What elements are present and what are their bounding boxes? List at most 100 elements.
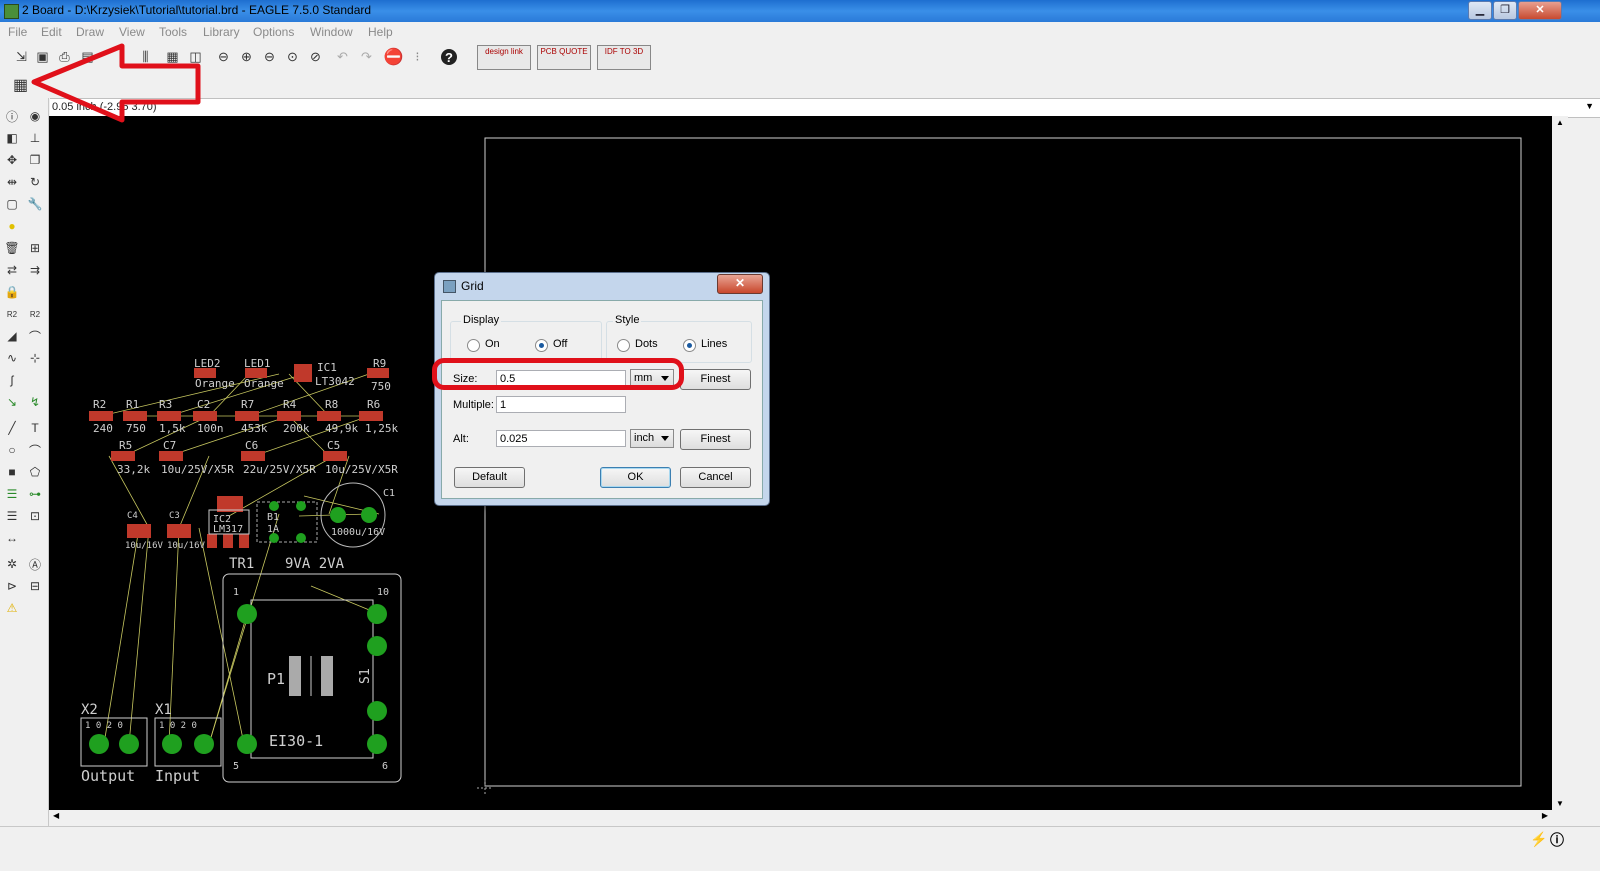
menu-edit[interactable]: Edit (41, 25, 62, 39)
lock-part-icon[interactable]: ⇉ (27, 262, 43, 278)
red-highlight-annotation (432, 358, 684, 390)
save-icon[interactable]: ▣ (33, 47, 52, 66)
vertical-scrollbar[interactable]: ▲ ▼ (1552, 116, 1568, 810)
pcb-quote-button[interactable]: PCB QUOTE (537, 45, 591, 70)
move-icon[interactable]: ✥ (4, 152, 20, 168)
idf-to-3d-button[interactable]: IDF TO 3D (597, 45, 651, 70)
board-canvas[interactable]: LED2 LED1 IC1 R9 Orange Orange LT3042 75… (49, 116, 1552, 810)
minimize-button[interactable]: ▁ (1468, 1, 1492, 20)
menu-options[interactable]: Options (253, 25, 294, 39)
add-icon[interactable]: ⊞ (27, 240, 43, 256)
menu-library[interactable]: Library (203, 25, 240, 39)
rotate-icon[interactable]: ↻ (27, 174, 43, 190)
route-icon[interactable]: ↘ (4, 394, 20, 410)
alt-input[interactable]: 0.025 (496, 430, 626, 447)
status-bar: ⚡ ⓘ (0, 826, 1600, 871)
meander-icon[interactable]: ʃ (4, 372, 20, 388)
multiple-input[interactable]: 1 (496, 396, 626, 413)
undo-icon[interactable]: ↶ (333, 47, 352, 66)
mirror-icon[interactable]: ⇹ (4, 174, 20, 190)
script-icon[interactable]: ▦ (163, 47, 182, 66)
value-r2: 240 (93, 422, 113, 435)
menu-view[interactable]: View (119, 25, 145, 39)
redo-icon[interactable]: ↷ (357, 47, 376, 66)
zoom-out-icon[interactable]: ⊖ (260, 47, 279, 66)
go-icon[interactable]: ⁝ (408, 47, 427, 66)
erc-icon[interactable]: ⊳ (4, 578, 20, 594)
menu-tools[interactable]: Tools (159, 25, 187, 39)
circle-icon[interactable]: ○ (4, 442, 20, 458)
value-icon[interactable]: R2 (27, 306, 43, 322)
zoom-redraw-icon[interactable]: ⊙ (283, 47, 302, 66)
delete-icon[interactable]: 🗑 (4, 240, 20, 256)
arc-icon[interactable]: ⌒ (27, 442, 43, 458)
display-off-radio[interactable] (535, 339, 548, 352)
via-icon[interactable]: ☰ (4, 486, 20, 502)
close-window-button[interactable]: ✕ (1518, 1, 1562, 20)
design-link-button[interactable]: design link (477, 45, 531, 70)
drc-icon[interactable]: ⊟ (27, 578, 43, 594)
autorouter-icon[interactable]: Ⓐ (27, 556, 43, 572)
maximize-button[interactable]: ❐ (1493, 1, 1517, 20)
status-info-icon[interactable]: ⓘ (1550, 830, 1564, 850)
scroll-up-icon[interactable]: ▲ (1556, 118, 1564, 127)
hole-icon[interactable]: ☰ (4, 508, 20, 524)
grid-icon[interactable]: ▦ (11, 75, 30, 94)
grid-dialog-close-button[interactable]: ✕ (717, 274, 763, 294)
split-icon[interactable]: ∿ (4, 350, 20, 366)
zoom-in-icon[interactable]: ⊕ (237, 47, 256, 66)
miter-icon[interactable]: ⌒ (27, 328, 43, 344)
scroll-left-icon[interactable]: ◀ (53, 811, 59, 820)
help-icon[interactable]: ? (441, 49, 457, 65)
size-finest-button[interactable]: Finest (680, 369, 751, 390)
change-icon[interactable]: 🔧 (27, 196, 43, 212)
label-r4: R4 (283, 398, 297, 411)
ulp-icon[interactable]: ◫ (186, 47, 205, 66)
horizontal-scrollbar[interactable]: ◀ ▶ (49, 810, 1552, 824)
stop-icon[interactable]: ⛔ (384, 47, 404, 66)
scroll-right-icon[interactable]: ▶ (1542, 811, 1548, 820)
name-icon[interactable]: R2 (4, 306, 20, 322)
polygon-icon[interactable]: ⬠ (27, 464, 43, 480)
zoom-fit-icon[interactable]: ⊖ (214, 47, 233, 66)
print-icon[interactable]: ⎙ (55, 47, 74, 66)
optimize-icon[interactable]: ⊹ (27, 350, 43, 366)
dimension-icon[interactable]: ↔ (4, 530, 20, 546)
display-icon[interactable]: ◧ (4, 130, 20, 146)
ok-button[interactable]: OK (600, 467, 671, 488)
smash-icon[interactable]: ◢ (4, 328, 20, 344)
replace-icon[interactable]: ⇄ (4, 262, 20, 278)
style-lines-radio[interactable] (683, 339, 696, 352)
group-icon[interactable]: ▢ (4, 196, 20, 212)
cancel-button[interactable]: Cancel (680, 467, 751, 488)
menu-file[interactable]: File (8, 25, 27, 39)
open-icon[interactable]: ⇲ (12, 47, 31, 66)
alt-finest-button[interactable]: Finest (680, 429, 751, 450)
alt-unit-select[interactable]: inch (630, 429, 674, 448)
paste-icon[interactable]: ● (4, 218, 20, 234)
menu-draw[interactable]: Draw (76, 25, 104, 39)
wire-icon[interactable]: ╱ (4, 420, 20, 436)
display-on-radio[interactable] (467, 339, 480, 352)
menu-window[interactable]: Window (310, 25, 353, 39)
lock-icon[interactable]: 🔒 (4, 284, 20, 300)
ripup-icon[interactable]: ↯ (27, 394, 43, 410)
mark-icon[interactable]: ⊥ (27, 130, 43, 146)
text-icon[interactable]: T (27, 420, 43, 436)
menu-help[interactable]: Help (368, 25, 393, 39)
zoom-select-icon[interactable]: ⊘ (306, 47, 325, 66)
info-icon[interactable]: ⓘ (4, 108, 20, 124)
show-icon[interactable]: ◉ (27, 108, 43, 124)
scroll-down-icon[interactable]: ▼ (1556, 799, 1564, 808)
cam-icon[interactable]: ▤ (78, 47, 97, 66)
errors-warning-icon[interactable]: ⚠ (4, 600, 20, 616)
copy-icon[interactable]: ❐ (27, 152, 43, 168)
board-schematic-icon[interactable]: ⫼ (136, 47, 155, 66)
default-button[interactable]: Default (454, 467, 525, 488)
rect-icon[interactable]: ■ (4, 464, 20, 480)
style-dots-radio[interactable] (617, 339, 630, 352)
command-history-dropdown-icon[interactable]: ▼ (1585, 101, 1594, 111)
attribute-icon[interactable]: ⊡ (27, 508, 43, 524)
signal-icon[interactable]: ⊶ (27, 486, 43, 502)
ratsnest-icon[interactable]: ✲ (4, 556, 20, 572)
